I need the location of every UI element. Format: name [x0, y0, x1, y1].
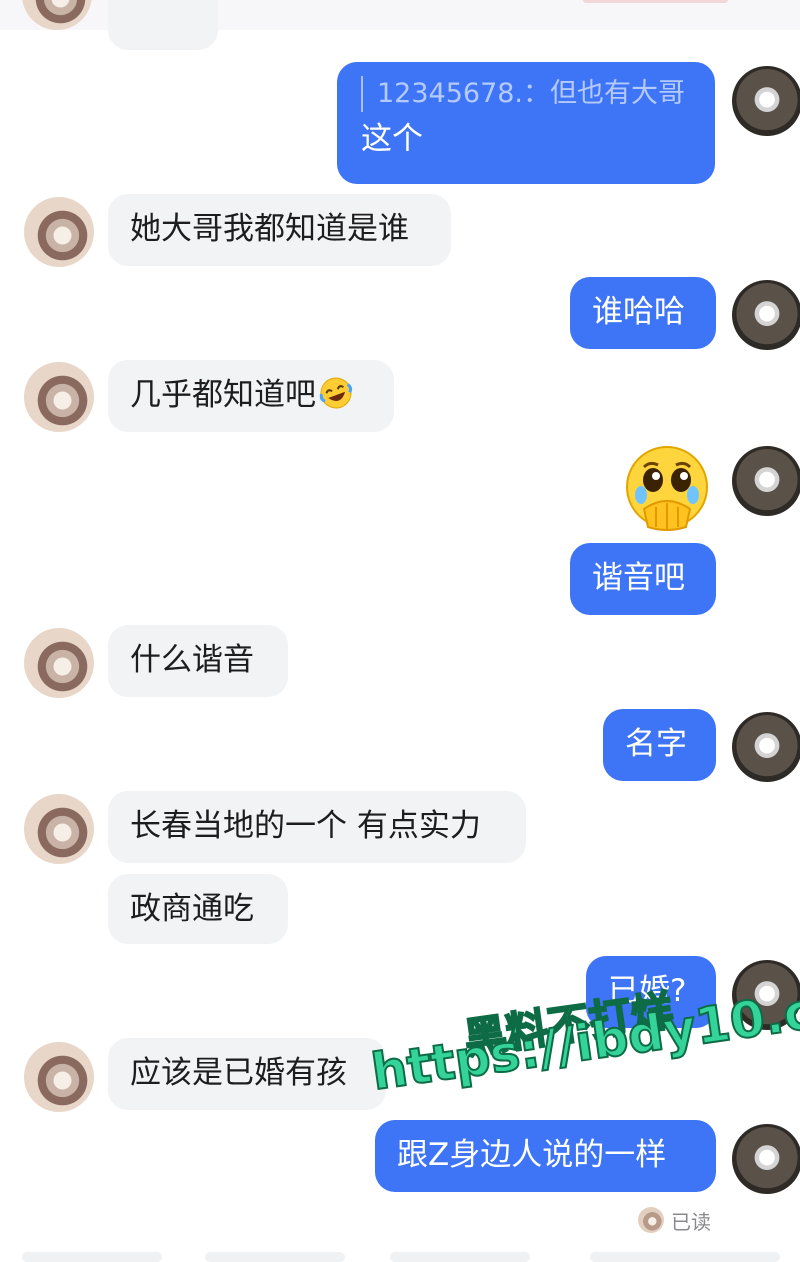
message-bubble-outgoing[interactable]: 名字 — [603, 709, 716, 781]
friend-avatar[interactable] — [24, 628, 94, 698]
next-messages-strip — [0, 1246, 800, 1262]
self-avatar[interactable] — [732, 1124, 800, 1194]
message-text: 几乎都知道吧 — [130, 377, 316, 413]
message-text: 什么谐音 — [130, 642, 254, 678]
message-text: 跟Z身边人说的一样 — [397, 1137, 667, 1173]
message-text: 名字 — [625, 726, 687, 762]
message-text: 政商通吃 — [130, 891, 254, 927]
message-bubble-incoming-partial — [108, 0, 218, 50]
self-avatar[interactable] — [732, 712, 800, 782]
self-avatar[interactable] — [732, 446, 800, 516]
self-avatar[interactable] — [732, 66, 800, 136]
friend-avatar[interactable] — [24, 794, 94, 864]
message-text: 她大哥我都知道是谁 — [130, 211, 409, 247]
read-receipt: 已读 — [638, 1206, 711, 1234]
self-avatar[interactable] — [732, 280, 800, 350]
message-bubble-incoming[interactable]: 她大哥我都知道是谁 — [108, 194, 451, 266]
message-bubble-outgoing[interactable]: 谁哈哈 — [570, 277, 716, 349]
message-bubble-incoming[interactable]: 什么谐音 — [108, 625, 288, 697]
message-bubble-outgoing[interactable]: 谐音吧 — [570, 543, 716, 615]
previous-message-edge — [583, 0, 728, 3]
message-bubble-incoming[interactable]: 几乎都知道吧 — [108, 360, 394, 432]
message-text: 谁哈哈 — [592, 294, 685, 330]
message-bubble-incoming[interactable]: 应该是已婚有孩 — [108, 1038, 386, 1110]
quoted-message[interactable]: 12345678.：但也有大哥 — [361, 76, 691, 112]
message-bubble-incoming[interactable]: 长春当地的一个 有点实力 — [108, 791, 526, 863]
message-text: 应该是已婚有孩 — [130, 1055, 347, 1091]
message-text: 这个 — [361, 121, 423, 157]
friend-avatar[interactable] — [24, 1042, 94, 1112]
friend-avatar[interactable] — [24, 197, 94, 267]
message-text: 谐音吧 — [592, 560, 685, 596]
friend-avatar[interactable] — [24, 362, 94, 432]
read-status-text: 已读 — [671, 1209, 711, 1234]
pleading-face-sticker-icon[interactable] — [622, 443, 712, 533]
message-text: 长春当地的一个 有点实力 — [130, 808, 481, 844]
laughing-crying-emoji-icon — [319, 377, 353, 409]
message-bubble-outgoing[interactable]: 跟Z身边人说的一样 — [375, 1120, 716, 1192]
message-bubble-outgoing-quote[interactable]: 12345678.：但也有大哥 这个 — [337, 62, 715, 184]
message-bubble-incoming[interactable]: 政商通吃 — [108, 874, 288, 944]
reader-avatar-icon — [638, 1207, 664, 1233]
